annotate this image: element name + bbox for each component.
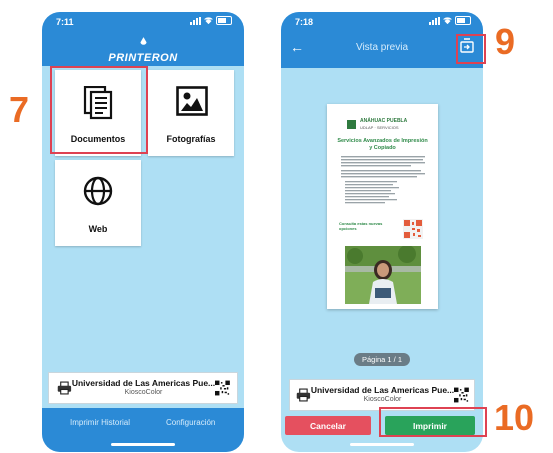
tile-label-web: Web bbox=[88, 224, 108, 234]
globe-icon bbox=[83, 176, 113, 206]
brand-logo: PRINTERON bbox=[42, 34, 244, 64]
phone-screen-preview: 7:18 ← Vista previa ANÁHUAC PUEBLA UDLAP… bbox=[281, 12, 483, 452]
status-bar: 7:18 bbox=[281, 12, 483, 32]
printer-icon bbox=[296, 388, 311, 402]
battery-icon bbox=[455, 16, 471, 25]
step-number-7: 7 bbox=[9, 89, 30, 130]
document-preview: ANÁHUAC PUEBLA UDLAP · SERVICIOS Servici… bbox=[327, 104, 438, 309]
doc-header-line: ANÁHUAC PUEBLA bbox=[360, 118, 408, 124]
printer-subtitle: KioscoColor bbox=[124, 389, 163, 396]
app-header: 7:11 PRINTERON bbox=[42, 12, 244, 66]
settings-link[interactable]: Configuración bbox=[166, 418, 215, 427]
qr-code-icon bbox=[454, 387, 469, 403]
printer-name: Universidad de Las Americas Pue... bbox=[71, 378, 216, 388]
home-indicator bbox=[350, 443, 414, 446]
logo-drop-icon bbox=[139, 37, 147, 45]
tile-label-fotografias: Fotografías bbox=[166, 134, 216, 144]
wifi-icon bbox=[204, 17, 213, 24]
preview-header: 7:18 ← Vista previa bbox=[281, 12, 483, 68]
highlight-step-9 bbox=[456, 34, 486, 64]
printer-icon bbox=[57, 381, 72, 395]
home-indicator bbox=[111, 443, 175, 446]
doc-cta: Consulta estas nuevas opciones bbox=[339, 221, 383, 231]
battery-icon bbox=[216, 16, 232, 25]
printer-subtitle: KioscoColor bbox=[363, 396, 402, 403]
doc-heading: Servicios Avanzados de Impresión y Copia… bbox=[337, 138, 428, 151]
doc-header-sub: UDLAP · SERVICIOS bbox=[360, 125, 399, 130]
brand-name: PRINTERON bbox=[108, 52, 178, 64]
status-time: 7:18 bbox=[295, 17, 314, 27]
doc-photo bbox=[345, 246, 421, 304]
logo-icon bbox=[347, 120, 356, 129]
doc-qr-code-icon bbox=[403, 219, 423, 239]
print-history-link[interactable]: Imprimir Historial bbox=[70, 418, 130, 427]
signal-icon bbox=[190, 16, 201, 25]
photo-icon bbox=[176, 86, 208, 116]
step-number-9: 9 bbox=[495, 21, 516, 62]
page-indicator: Página 1 / 1 bbox=[354, 353, 410, 366]
highlight-step-10 bbox=[379, 407, 487, 437]
tile-fotografias[interactable]: Fotografías bbox=[148, 70, 234, 156]
bottom-bar: Imprimir Historial Configuración bbox=[42, 408, 244, 452]
printer-name: Universidad de Las Americas Pue... bbox=[310, 385, 455, 395]
page-title: Vista previa bbox=[355, 42, 409, 53]
qr-code-icon bbox=[215, 380, 230, 396]
tile-web[interactable]: Web bbox=[55, 160, 141, 246]
status-time: 7:11 bbox=[56, 17, 74, 27]
doc-body-text bbox=[341, 156, 425, 204]
signal-icon bbox=[429, 16, 440, 25]
highlight-step-7 bbox=[50, 66, 148, 154]
selected-printer-card[interactable]: Universidad de Las Americas Pue... Kiosc… bbox=[48, 372, 238, 404]
step-number-10: 10 bbox=[494, 397, 535, 438]
wifi-icon bbox=[443, 17, 452, 24]
cancel-button[interactable]: Cancelar bbox=[285, 416, 371, 435]
status-bar: 7:11 bbox=[42, 12, 244, 32]
